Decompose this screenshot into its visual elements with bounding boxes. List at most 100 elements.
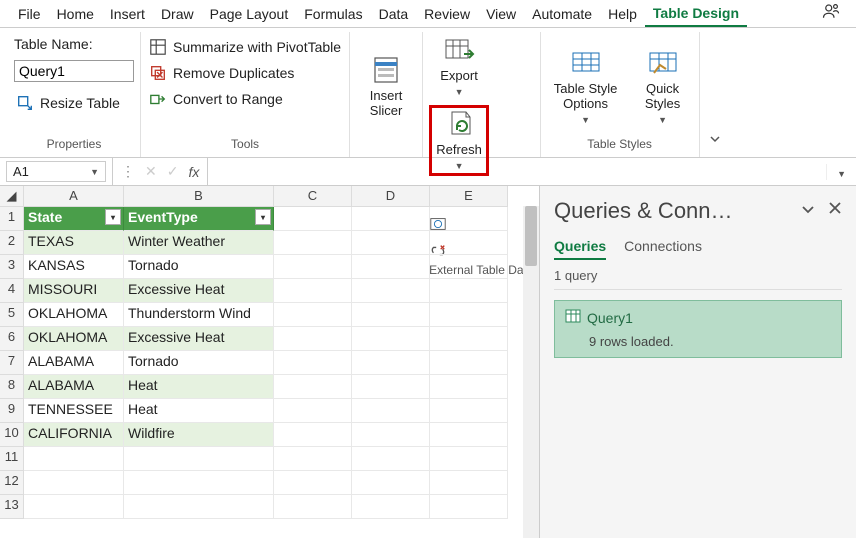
- enter-icon[interactable]: ✓: [167, 163, 179, 180]
- cell[interactable]: [352, 327, 430, 351]
- cell[interactable]: [274, 447, 352, 471]
- cell[interactable]: [352, 375, 430, 399]
- cell[interactable]: [274, 495, 352, 519]
- cell[interactable]: [430, 471, 508, 495]
- export-button[interactable]: Export ▼: [429, 36, 489, 97]
- formula-expand-button[interactable]: ▼: [826, 164, 856, 180]
- cell[interactable]: [430, 255, 508, 279]
- cell[interactable]: [352, 231, 430, 255]
- cell[interactable]: [430, 231, 508, 255]
- row-header[interactable]: 12: [0, 471, 24, 495]
- cell[interactable]: [352, 351, 430, 375]
- cell[interactable]: [24, 447, 124, 471]
- cell[interactable]: Heat: [124, 375, 274, 399]
- cell[interactable]: Winter Weather: [124, 231, 274, 255]
- name-box[interactable]: A1 ▼: [6, 161, 106, 182]
- col-header-D[interactable]: D: [352, 186, 430, 207]
- row-header[interactable]: 9: [0, 399, 24, 423]
- row-header[interactable]: 6: [0, 327, 24, 351]
- row-header[interactable]: 5: [0, 303, 24, 327]
- col-header-A[interactable]: A: [24, 186, 124, 207]
- tab-view[interactable]: View: [478, 2, 524, 26]
- insert-slicer-button[interactable]: Insert Slicer: [356, 56, 416, 118]
- cell[interactable]: [352, 255, 430, 279]
- quick-styles-button[interactable]: Quick Styles ▼: [633, 36, 693, 137]
- filter-dropdown-icon[interactable]: ▾: [255, 209, 271, 225]
- row-header[interactable]: 10: [0, 423, 24, 447]
- row-header[interactable]: 13: [0, 495, 24, 519]
- cell[interactable]: [274, 207, 352, 231]
- cell[interactable]: Heat: [124, 399, 274, 423]
- cell[interactable]: [430, 423, 508, 447]
- panel-tab-queries[interactable]: Queries: [554, 238, 606, 260]
- tab-home[interactable]: Home: [49, 2, 102, 26]
- tab-file[interactable]: File: [10, 2, 49, 26]
- tab-draw[interactable]: Draw: [153, 2, 202, 26]
- cell[interactable]: OKLAHOMA: [24, 303, 124, 327]
- col-header-B[interactable]: B: [124, 186, 274, 207]
- cell[interactable]: [24, 471, 124, 495]
- cell[interactable]: [124, 471, 274, 495]
- tab-insert[interactable]: Insert: [102, 2, 153, 26]
- cancel-icon[interactable]: ✕: [145, 163, 157, 180]
- cell[interactable]: [274, 351, 352, 375]
- col-header-E[interactable]: E: [430, 186, 508, 207]
- cell[interactable]: TENNESSEE: [24, 399, 124, 423]
- vertical-scrollbar[interactable]: [523, 206, 539, 538]
- select-all-corner[interactable]: ◢: [0, 186, 24, 207]
- cell[interactable]: [352, 207, 430, 231]
- cell[interactable]: [274, 471, 352, 495]
- row-header[interactable]: 4: [0, 279, 24, 303]
- tab-table-design[interactable]: Table Design: [645, 1, 747, 27]
- cell[interactable]: [352, 279, 430, 303]
- cell[interactable]: [352, 423, 430, 447]
- table-style-options-button[interactable]: Table Style Options ▼: [547, 36, 625, 137]
- cell[interactable]: [24, 495, 124, 519]
- row-header[interactable]: 2: [0, 231, 24, 255]
- cell[interactable]: [274, 423, 352, 447]
- cell[interactable]: [352, 399, 430, 423]
- cell[interactable]: [274, 327, 352, 351]
- cell[interactable]: Tornado: [124, 351, 274, 375]
- dropdown-dots-icon[interactable]: ⋮: [121, 163, 135, 180]
- cell[interactable]: [430, 447, 508, 471]
- cell[interactable]: [274, 399, 352, 423]
- cell[interactable]: [352, 303, 430, 327]
- row-header[interactable]: 1: [0, 207, 24, 231]
- cell[interactable]: [352, 471, 430, 495]
- cell[interactable]: Thunderstorm Wind: [124, 303, 274, 327]
- resize-table-button[interactable]: Resize Table: [14, 92, 134, 114]
- cell[interactable]: Wildfire: [124, 423, 274, 447]
- cell[interactable]: [274, 303, 352, 327]
- row-header[interactable]: 8: [0, 375, 24, 399]
- ribbon-collapse-button[interactable]: [700, 132, 730, 157]
- cell[interactable]: ALABAMA: [24, 351, 124, 375]
- panel-tab-connections[interactable]: Connections: [624, 238, 702, 260]
- share-account-icon[interactable]: [816, 0, 846, 27]
- cell[interactable]: [430, 399, 508, 423]
- tab-automate[interactable]: Automate: [524, 2, 600, 26]
- tab-help[interactable]: Help: [600, 2, 645, 26]
- cell[interactable]: [430, 279, 508, 303]
- row-header[interactable]: 3: [0, 255, 24, 279]
- fx-icon[interactable]: fx: [188, 164, 199, 180]
- cell[interactable]: [430, 495, 508, 519]
- summarize-pivot-button[interactable]: Summarize with PivotTable: [147, 36, 343, 58]
- cell[interactable]: [274, 231, 352, 255]
- cell[interactable]: KANSAS: [24, 255, 124, 279]
- cell[interactable]: Tornado: [124, 255, 274, 279]
- tab-data[interactable]: Data: [371, 2, 417, 26]
- cell[interactable]: [352, 447, 430, 471]
- row-header[interactable]: 11: [0, 447, 24, 471]
- filter-dropdown-icon[interactable]: ▾: [105, 209, 121, 225]
- tab-formulas[interactable]: Formulas: [296, 2, 370, 26]
- cell[interactable]: [124, 447, 274, 471]
- col-header-C[interactable]: C: [274, 186, 352, 207]
- cell[interactable]: [274, 255, 352, 279]
- cell[interactable]: TEXAS: [24, 231, 124, 255]
- cell[interactable]: [430, 327, 508, 351]
- table-header-state[interactable]: State▾: [24, 207, 124, 231]
- cell[interactable]: Excessive Heat: [124, 279, 274, 303]
- row-header[interactable]: 7: [0, 351, 24, 375]
- cell[interactable]: [430, 207, 508, 231]
